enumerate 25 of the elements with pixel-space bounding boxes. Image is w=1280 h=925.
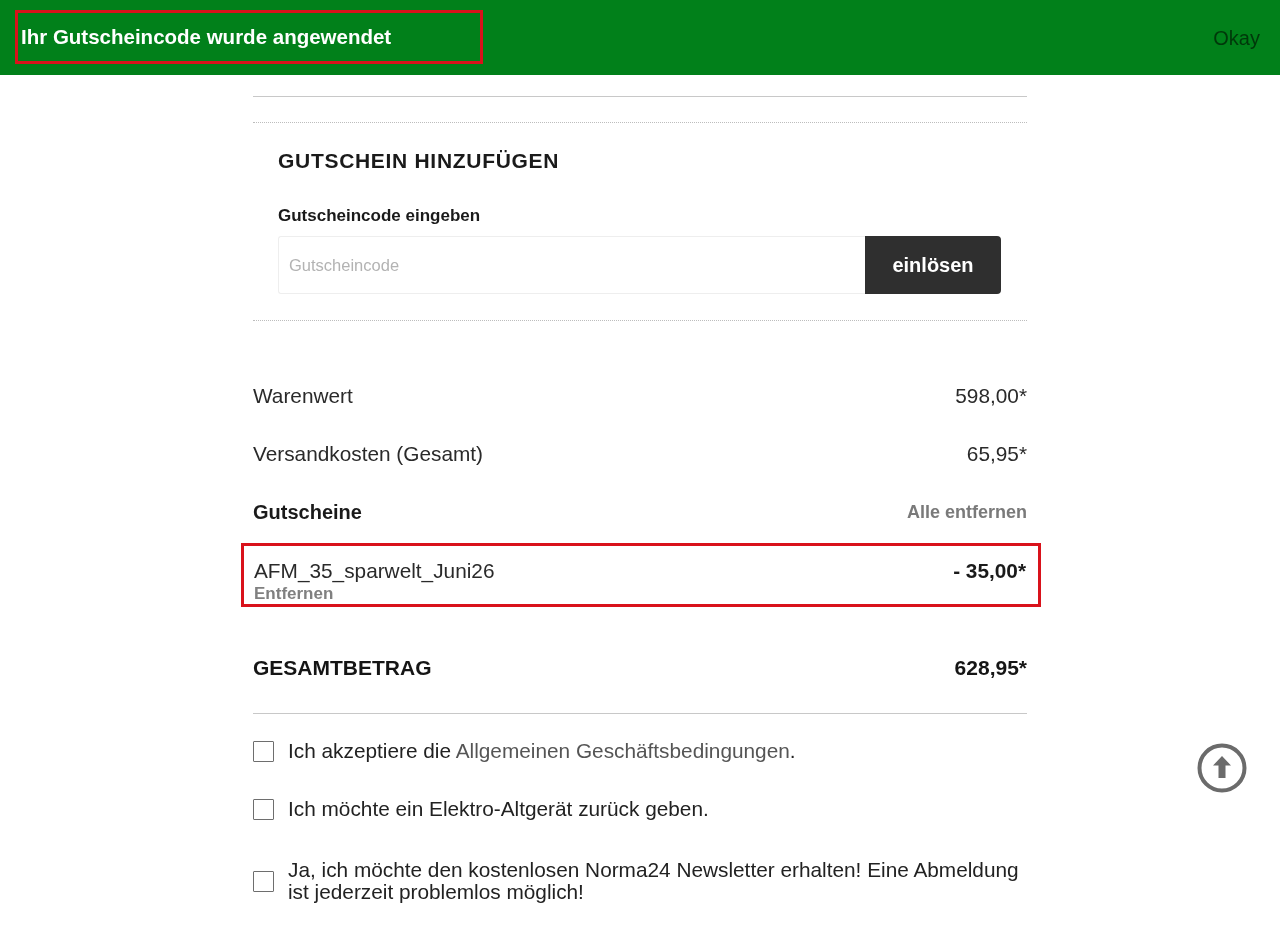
field-label: Gutscheincode eingeben bbox=[278, 206, 482, 226]
remove-all-link[interactable]: Alle entfernen bbox=[906, 501, 1027, 523]
summary-value: 65,95* bbox=[966, 442, 1027, 466]
consent-text: Ich möchte ein Elektro-Altgerät zurück geben. bbox=[288, 798, 710, 820]
summary-label: Versandkosten (Gesamt) bbox=[253, 442, 484, 466]
redeem-button[interactable]: einlösen bbox=[865, 236, 1001, 294]
notification-message: Ihr Gutscheincode wurde angewendet bbox=[21, 25, 392, 49]
checkbox[interactable] bbox=[253, 798, 274, 820]
coupon-code-field[interactable]: Gutscheincode bbox=[278, 236, 865, 294]
remove-link[interactable]: Entfernen bbox=[254, 585, 334, 603]
arrow-up-circle-icon[interactable] bbox=[1197, 743, 1247, 793]
checkbox[interactable] bbox=[253, 740, 274, 762]
terms-link[interactable]: Allgemeinen Geschäftsbedingungen bbox=[455, 739, 790, 762]
section-heading: GUTSCHEIN HINZUFÜGEN bbox=[278, 149, 561, 173]
total-label: GESAMTBETRAG bbox=[253, 656, 432, 680]
voucher-amount: - 35,00* bbox=[953, 559, 1026, 583]
total-value: 628,95* bbox=[954, 656, 1027, 680]
vouchers-heading: Gutscheine bbox=[253, 500, 362, 524]
summary-label: Warenwert bbox=[253, 384, 353, 408]
okay-button[interactable]: Okay bbox=[1213, 27, 1260, 50]
checkbox[interactable] bbox=[253, 870, 274, 892]
voucher-code: AFM_35_sparwelt_Juni26 bbox=[254, 559, 495, 583]
summary-value: 598,00* bbox=[955, 384, 1027, 408]
consent-text: Ja, ich möchte den kostenlosen Norma24 Newsletter erhalten! Eine Abmeldung ist jederzeit problemlos möglich! bbox=[288, 859, 1020, 903]
consent-text: Ich akzeptiere die Allgemeinen Geschäftsbedingungen. bbox=[288, 740, 797, 762]
